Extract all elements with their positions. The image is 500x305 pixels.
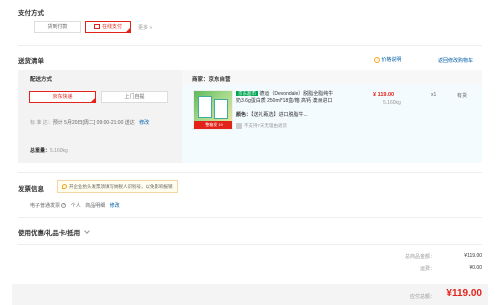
weight-label: 总重量： xyxy=(30,148,51,154)
product-image-banner: 整箱发 19 xyxy=(194,121,232,129)
price-note-link[interactable]: ! 价格说明 xyxy=(374,56,401,63)
return-note: 不支持7天无理由退货 xyxy=(244,123,288,129)
payment-title: 支付方式 xyxy=(18,10,44,17)
item-price: ¥ 119.00 xyxy=(373,92,395,98)
total-label: 总商品金额： xyxy=(404,254,435,260)
coupon-title: 使用优惠/礼品卡/抵用 xyxy=(18,230,81,237)
payable-label: 应付总额： xyxy=(409,294,435,300)
invoice-tip-text: 开企业抬头发票须填写纳税人识别号，以免影响报销 xyxy=(69,184,173,189)
milk-carton-shape-2 xyxy=(214,99,228,119)
delivery-time-row: 标 准 达：预计 5月20日[周二] 09:00-21:00 送达 修改 xyxy=(30,119,149,126)
invoice-tip: 开企业抬头发票须填写纳税人识别号，以免影响报销 xyxy=(57,180,178,193)
product-color-row: 颜色：【送礼甄选】进口脱脂牛... xyxy=(236,111,336,118)
milk-carton-shape xyxy=(198,96,212,118)
product-title[interactable]: 京东超市 德运（Devondale）脱脂全脂纯牛奶3.6g蛋白质 250ml*1… xyxy=(236,90,334,105)
product-color-value: 【送礼甄选】进口脱脂牛... xyxy=(251,112,308,118)
info-icon: ! xyxy=(374,56,380,63)
coupon-toggle[interactable]: 使用优惠/礼品卡/抵用 xyxy=(18,227,90,237)
weight-value: 5.160kg xyxy=(50,148,68,154)
delivery-time-edit-link[interactable]: 修改 xyxy=(139,120,149,126)
invoice-type: 电子普通发票 xyxy=(30,203,61,209)
invoice-detail-row: 电子普通发票 ? 个人 商品明细 修改 xyxy=(30,202,120,209)
total-value: ¥119.00 xyxy=(464,253,482,259)
chevron-down-icon xyxy=(84,228,90,234)
shipping-value: ¥0.00 xyxy=(469,265,482,271)
delivery-method-pickup[interactable]: 上门自提 xyxy=(101,91,168,103)
divider xyxy=(18,45,482,46)
invoice-header: 个人 xyxy=(70,203,81,209)
invoice-edit-link[interactable]: 修改 xyxy=(110,203,120,209)
payment-option-cod[interactable]: 货到付款 xyxy=(34,21,81,33)
delivery-time-value: 预计 5月20日[周二] 09:00-21:00 送达 xyxy=(52,120,135,126)
product-color-label: 颜色： xyxy=(236,112,252,118)
help-icon[interactable]: ? xyxy=(61,203,67,209)
payment-option-online-label: 在线支付 xyxy=(101,24,122,30)
delivery-time-label: 标 准 达： xyxy=(30,120,53,126)
payment-more-link[interactable]: 更多 » xyxy=(138,24,152,31)
item-qty: x1 xyxy=(431,92,437,98)
divider xyxy=(18,172,482,173)
invoice-content: 商品明细 xyxy=(85,203,106,209)
delivery-method-jd-express[interactable]: 京东快递 xyxy=(29,91,96,103)
merchant-label: 商家：京东自营 xyxy=(192,77,231,83)
item-weight: 5.160kg xyxy=(383,100,401,106)
delivery-title: 送货清单 xyxy=(18,58,44,65)
payment-option-online[interactable]: 在线支付 xyxy=(85,21,131,33)
return-note-row: 不支持7天无理由退货 xyxy=(236,123,287,129)
product-image[interactable]: 整箱发 19 xyxy=(193,90,233,130)
divider xyxy=(18,217,482,218)
invoice-title: 发票信息 xyxy=(18,186,44,193)
shipping-label: 运费： xyxy=(419,266,435,272)
divider xyxy=(18,244,482,245)
weight-row: 总重量：5.160kg xyxy=(30,147,68,154)
jd-supermarket-badge: 京东超市 xyxy=(236,91,258,96)
no-return-icon xyxy=(236,123,242,129)
location-pin-icon xyxy=(62,184,67,190)
card-icon xyxy=(93,24,100,30)
payable-value: ¥119.00 xyxy=(446,288,482,299)
item-stock: 有货 xyxy=(457,93,468,99)
back-to-cart-link[interactable]: 返回修改购物车 xyxy=(438,57,473,64)
delivery-method-label: 配送方式 xyxy=(30,77,53,83)
price-note-label: 价格说明 xyxy=(381,57,402,63)
